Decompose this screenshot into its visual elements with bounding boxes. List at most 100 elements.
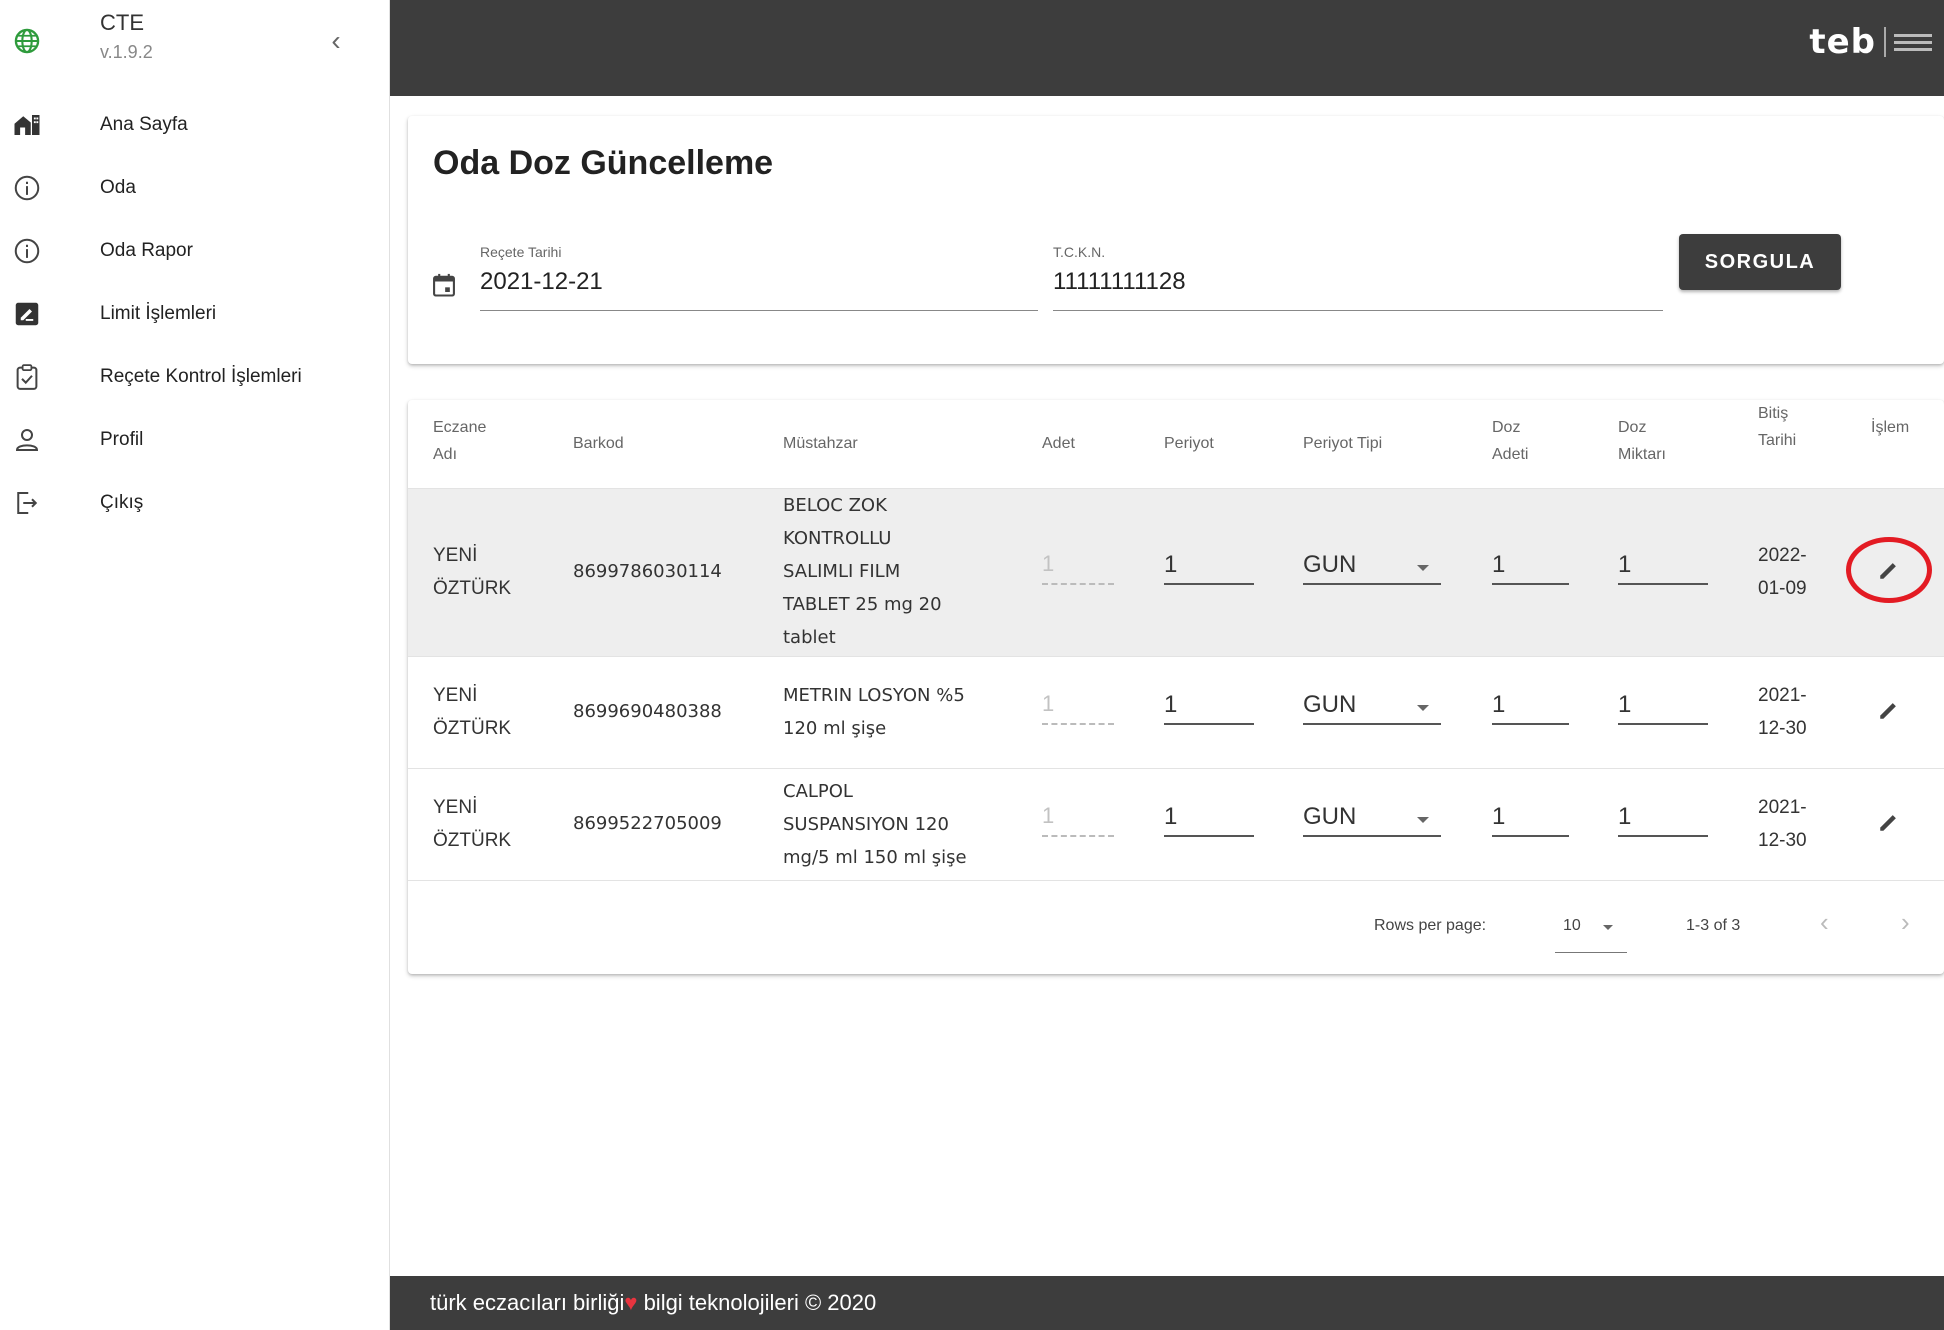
cell-eczane: YENİ ÖZTÜRK (433, 679, 511, 745)
calendar-icon[interactable] (430, 271, 458, 299)
cell-line: CALPOL (783, 781, 853, 802)
pencil-edit-icon[interactable] (1874, 555, 1904, 585)
edit-box-icon (15, 302, 39, 326)
dropdown-arrow-icon (1603, 925, 1613, 930)
cell-line: ÖZTÜRK (433, 578, 512, 599)
tckn-label: T.C.K.N. (1053, 244, 1106, 260)
periyot-tipi-underline (1303, 835, 1441, 837)
heart-icon: ♥ (624, 1290, 638, 1315)
pagination-range: 1-3 of 3 (1686, 917, 1741, 934)
table-row[interactable]: YENİ ÖZTÜRK 8699786030114 BELOC ZOK KONT… (408, 488, 1944, 656)
doz-adeti-value: 1 (1492, 691, 1506, 718)
collapse-sidebar-icon[interactable]: ‹ (322, 24, 350, 58)
rows-per-page-select[interactable]: 10 (1555, 917, 1627, 953)
column-header-doz-adeti[interactable]: Doz Adeti (1492, 414, 1528, 468)
page-footer: türk eczacıları birliği♥ bilgi teknoloji… (390, 1276, 1944, 1330)
pencil-edit-icon[interactable] (1874, 695, 1904, 725)
periyot-tipi-value: GUN (1303, 691, 1357, 718)
sidebar-item-recete-kontrol[interactable]: Reçete Kontrol İşlemleri (0, 350, 390, 406)
logo-emblem-icon (1894, 33, 1932, 51)
info-icon (14, 238, 40, 264)
doz-miktari-input[interactable]: 1 (1618, 551, 1708, 585)
doz-adeti-input[interactable]: 1 (1492, 691, 1569, 725)
periyot-input[interactable]: 1 (1164, 803, 1254, 837)
periyot-tipi-select[interactable]: GUN (1303, 551, 1441, 585)
next-page-icon[interactable]: › (1901, 907, 1910, 938)
rows-per-page-value: 10 (1563, 917, 1581, 934)
doz-adeti-input[interactable]: 1 (1492, 551, 1569, 585)
sidebar-item-label: Reçete Kontrol İşlemleri (100, 366, 302, 387)
cell-line: tablet (783, 627, 836, 648)
periyot-tipi-underline (1303, 583, 1441, 585)
cell-line: 12-30 (1758, 718, 1807, 739)
header-line: Adeti (1492, 446, 1529, 463)
sidebar-item-ana-sayfa[interactable]: Ana Sayfa (0, 98, 390, 154)
rows-per-page-label: Rows per page: (1374, 917, 1487, 934)
sidebar-item-limit-islemleri[interactable]: Limit İşlemleri (0, 287, 390, 343)
adet-underline (1042, 723, 1114, 725)
results-table-card: Eczane Adı Barkod Müstahzar Adet Periyot… (408, 400, 1944, 974)
cell-mustahzar: METRIN LOSYON %5 120 ml şişe (783, 679, 965, 745)
top-app-bar: teb (390, 0, 1944, 96)
tckn-underline (1053, 310, 1663, 311)
cell-line: METRIN LOSYON %5 (783, 685, 965, 706)
app-name: CTE (100, 10, 144, 35)
doz-miktari-input[interactable]: 1 (1618, 691, 1708, 725)
sidebar-item-profil[interactable]: Profil (0, 413, 390, 469)
sidebar-item-oda-rapor[interactable]: Oda Rapor (0, 224, 390, 280)
page-title: Oda Doz Güncelleme (433, 144, 774, 182)
cell-line: 2022- (1758, 545, 1807, 566)
periyot-underline (1164, 723, 1254, 725)
column-header-periyot[interactable]: Periyot (1164, 430, 1214, 457)
cell-line: mg/5 ml 150 ml şişe (783, 847, 967, 868)
periyot-underline (1164, 583, 1254, 585)
periyot-value: 1 (1164, 691, 1178, 718)
sorgula-button[interactable]: SORGULA (1679, 234, 1841, 290)
header-line: Eczane (433, 419, 487, 436)
cell-line: 2021- (1758, 685, 1807, 706)
doz-adeti-input[interactable]: 1 (1492, 803, 1569, 837)
periyot-tipi-value: GUN (1303, 803, 1357, 830)
dropdown-arrow-icon (1417, 817, 1429, 823)
pencil-edit-icon[interactable] (1874, 807, 1904, 837)
column-header-barkod[interactable]: Barkod (573, 430, 624, 457)
column-header-periyot-tipi[interactable]: Periyot Tipi (1303, 430, 1382, 457)
tckn-input[interactable]: 11111111128 (1053, 268, 1186, 296)
column-header-doz-miktari[interactable]: Doz Miktarı (1618, 414, 1666, 468)
cell-line: ÖZTÜRK (433, 718, 512, 739)
adet-input-disabled: 1 (1042, 691, 1114, 725)
sidebar-item-oda[interactable]: Oda (0, 161, 390, 217)
cell-line: 2021- (1758, 797, 1807, 818)
sidebar-item-label: Çıkış (100, 492, 144, 513)
sidebar-item-cikis[interactable]: Çıkış (0, 476, 390, 532)
periyot-input[interactable]: 1 (1164, 551, 1254, 585)
header-line: Doz (1492, 419, 1521, 436)
cell-line: YENİ (433, 545, 478, 566)
doz-miktari-value: 1 (1618, 551, 1632, 578)
column-header-eczane[interactable]: Eczane Adı (433, 414, 486, 468)
cell-line: 12-30 (1758, 830, 1807, 851)
column-header-mustahzar[interactable]: Müstahzar (783, 430, 858, 457)
adet-value: 1 (1042, 551, 1055, 576)
doz-miktari-input[interactable]: 1 (1618, 803, 1708, 837)
sidebar-item-label: Oda (100, 177, 136, 198)
periyot-underline (1164, 835, 1254, 837)
sidebar-brand: CTE v.1.9.2 ‹ (0, 0, 390, 100)
recete-tarihi-label: Reçete Tarihi (480, 244, 562, 260)
column-header-adet[interactable]: Adet (1042, 430, 1075, 457)
column-header-bitis-tarihi[interactable]: Bitiş Tarihi (1758, 400, 1796, 454)
cell-line: KONTROLLU (783, 528, 892, 549)
table-row[interactable]: YENİ ÖZTÜRK 8699690480388 METRIN LOSYON … (408, 656, 1944, 768)
cell-barkod: 8699522705009 (573, 813, 722, 834)
periyot-input[interactable]: 1 (1164, 691, 1254, 725)
recete-tarihi-input[interactable]: 2021-12-21 (480, 268, 603, 296)
periyot-tipi-select[interactable]: GUN (1303, 691, 1441, 725)
cell-mustahzar: BELOC ZOK KONTROLLU SALIMLI FILM TABLET … (783, 489, 942, 654)
adet-input-disabled: 1 (1042, 551, 1114, 585)
adet-input-disabled: 1 (1042, 803, 1114, 837)
table-row[interactable]: YENİ ÖZTÜRK 8699522705009 CALPOL SUSPANS… (408, 768, 1944, 880)
cell-eczane: YENİ ÖZTÜRK (433, 791, 511, 857)
periyot-tipi-select[interactable]: GUN (1303, 803, 1441, 837)
previous-page-icon[interactable]: ‹ (1820, 907, 1829, 938)
cell-barkod: 8699786030114 (573, 561, 722, 582)
